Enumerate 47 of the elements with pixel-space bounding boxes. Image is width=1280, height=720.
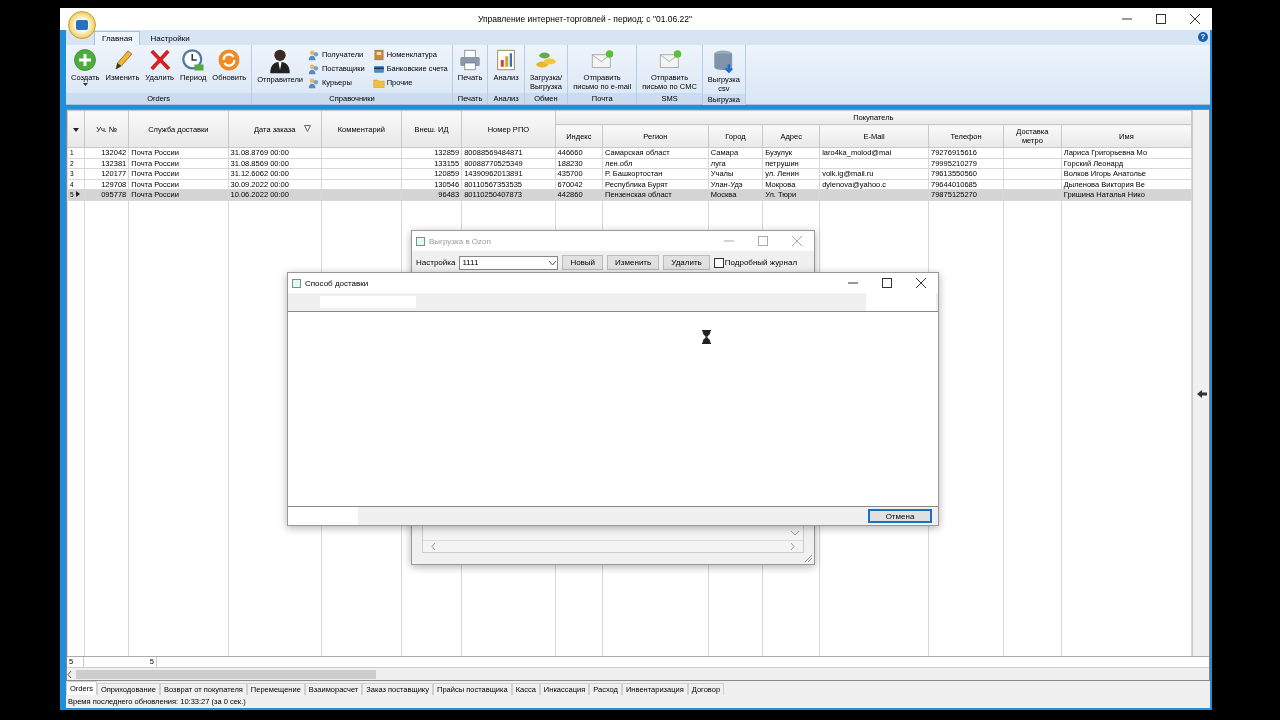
people-icon (307, 62, 320, 75)
dialog-button[interactable]: Новый (562, 255, 604, 270)
dialog-title: Способ доставки (305, 278, 370, 288)
left-arrow-icon[interactable] (1197, 390, 1207, 398)
plus-icon (73, 48, 98, 72)
row-pointer-icon (75, 191, 80, 198)
book-icon (372, 48, 385, 61)
help-icon[interactable]: ? (1198, 32, 1208, 42)
window-title: Управление интернет-торговлей - период: с "01.06.22" (476, 14, 694, 24)
scrollbar-thumb[interactable] (76, 669, 376, 679)
table-cell (1003, 179, 1062, 190)
maximize-icon[interactable] (1156, 14, 1166, 24)
hourglass-icon (702, 330, 711, 344)
chevron-down-icon[interactable] (549, 260, 557, 265)
folder-icon (372, 76, 385, 89)
column-menu-icon[interactable] (67, 110, 85, 148)
scroll-right-icon[interactable] (791, 543, 795, 550)
dialog-title: Выгрузка в Ozon (429, 236, 492, 246)
dialog-button[interactable]: Изменить (607, 255, 660, 270)
people-icon (307, 48, 320, 61)
printer-icon (458, 48, 483, 72)
table-cell (1003, 158, 1062, 169)
window-icon (292, 278, 301, 288)
ribbon-tab[interactable]: Настройки (142, 31, 198, 45)
refresh-icon (217, 48, 242, 72)
scroll-left-icon[interactable] (431, 543, 435, 550)
scroll-left-icon[interactable] (67, 670, 72, 678)
app-logo-icon (68, 11, 96, 39)
setting-dropdown[interactable]: 1111 (459, 255, 559, 270)
close-icon[interactable] (916, 278, 926, 288)
checkbox[interactable] (713, 257, 724, 268)
window-icon (416, 236, 425, 246)
maximize-icon[interactable] (882, 278, 892, 288)
checkbox-label: Подробный журнал (724, 258, 798, 267)
setting-label: Настройка (416, 258, 456, 267)
table-cell (1003, 168, 1062, 179)
ribbon-tab[interactable]: Главная (94, 31, 141, 45)
dialog-button[interactable]: Удалить (663, 255, 710, 270)
caret-icon (82, 83, 88, 86)
close-icon[interactable] (1190, 14, 1200, 24)
clock-icon (181, 48, 206, 72)
resize-grip-icon[interactable] (805, 555, 812, 562)
filter-icon (303, 125, 311, 132)
table-cell (1003, 147, 1062, 158)
chevron-down-icon[interactable] (791, 531, 799, 536)
people-icon (307, 76, 320, 89)
cancel-button[interactable]: Отмена (868, 509, 932, 523)
